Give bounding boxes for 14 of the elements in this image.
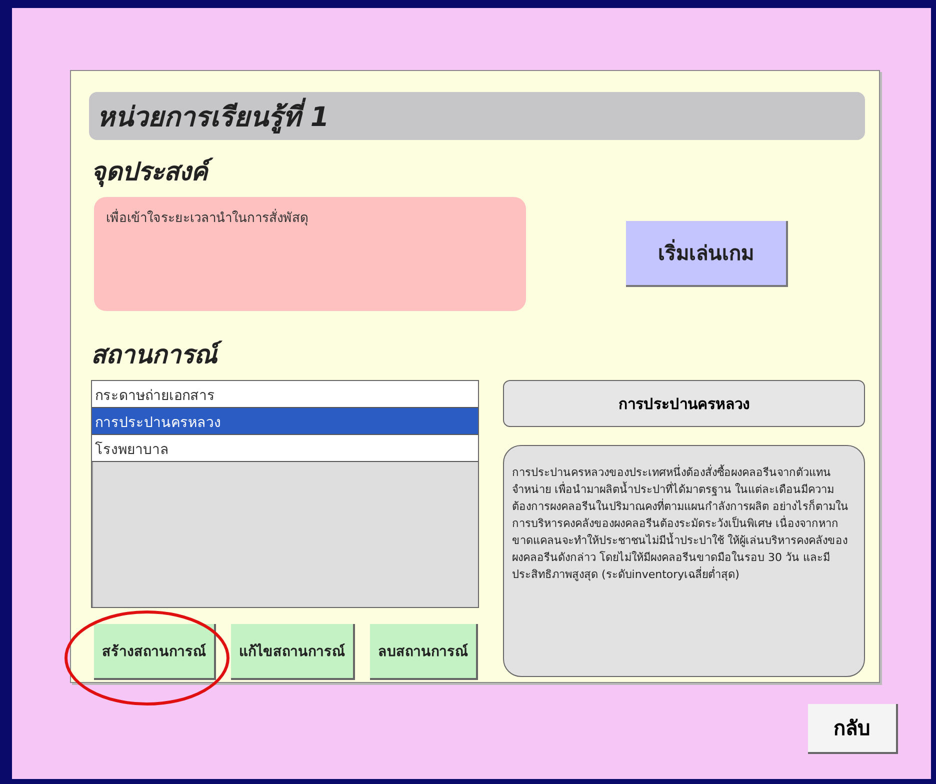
scenario-title: การประปานครหลวง: [503, 380, 865, 427]
unit-title: หน่วยการเรียนรู้ที่ 1: [89, 92, 865, 140]
list-item[interactable]: การประปานครหลวง: [92, 408, 478, 435]
start-game-button[interactable]: เริ่มเล่นเกม: [626, 221, 788, 287]
scenario-button[interactable]: แก้ไขสถานการณ์: [231, 624, 355, 680]
objective-heading: จุดประสงค์: [91, 150, 216, 193]
back-button[interactable]: กลับ: [808, 704, 898, 754]
list-item[interactable]: โรงพยาบาล: [92, 435, 478, 462]
scenario-description: การประปานครหลวงของประเทศหนึ่งต้องสั่งซื้อผงคลอรีนจากตัวแทนจำหน่าย เพื่อนำมาผลิตน้ำประปาที่ได้มาตรฐาน ในแต่ละเดือนมีความต้องการผงคลอรีนในปริมาณคงที่ตามแผนกำลังการผลิต อย่างไรก็ตามในการบริหารคงคลังของผงคลอรีนต้องระมัดระวังเป็นพิเศษ เนื่องจากหากขาดแคลนจะทำให้ประชาชนไม่มีน้ำประปาใช้ ให้ผู้เล่นบริหารคงคลังของผงคลอรีนดังกล่าว โดยไม่ให้มีผงคลอรีนขาดมือในรอบ 30 วัน และมีประสิทธิภาพสูงสุด (ระดับinventoryเฉลี่ยต่ำสุด): [503, 445, 865, 677]
scenario-button[interactable]: สร้างสถานการณ์: [94, 624, 216, 680]
list-item[interactable]: กระดาษถ่ายเอกสาร: [92, 381, 478, 408]
scenario-button[interactable]: ลบสถานการณ์: [370, 624, 478, 680]
objective-text: เพื่อเข้าใจระยะเวลานำในการสั่งพัสดุ: [94, 197, 526, 311]
scenario-heading: สถานการณ์: [91, 333, 225, 376]
